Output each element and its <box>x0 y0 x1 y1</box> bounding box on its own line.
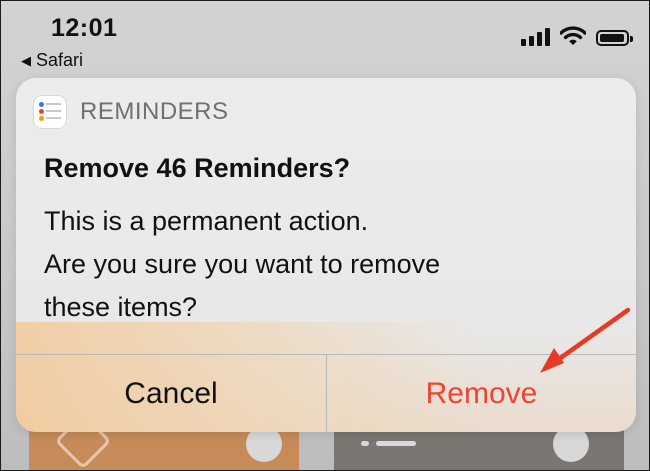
phone-screen: 12:01 ◀ Safari REMINDERS Remove 46 Remin <box>0 0 650 471</box>
annotation-arrow-icon <box>540 307 631 373</box>
